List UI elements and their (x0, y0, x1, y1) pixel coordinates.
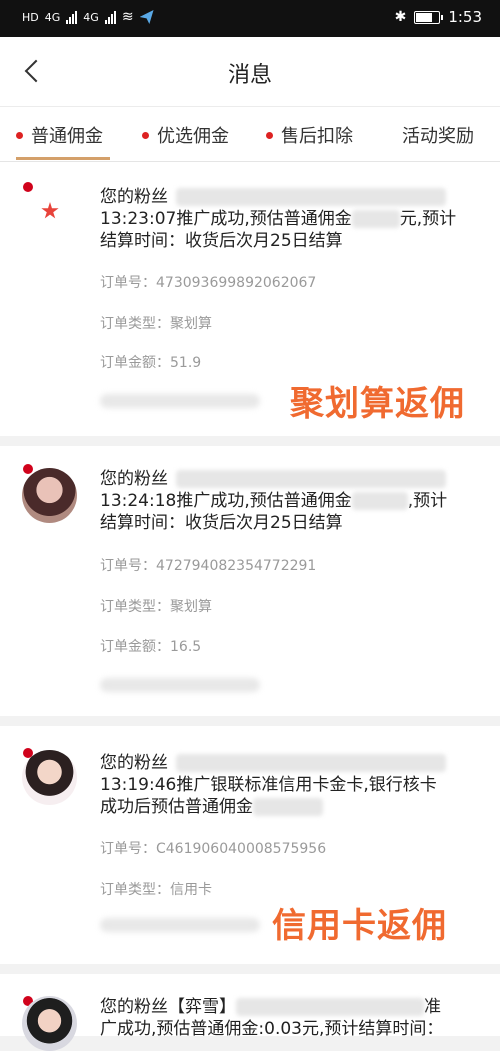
send-icon (139, 10, 154, 24)
order-type: 订单类型：信用卡 (100, 882, 212, 898)
commission-suffix: 元,预计 (399, 209, 457, 229)
tab-normal-commission[interactable]: 普通佣金 (16, 122, 103, 148)
bluetooth-icon: ✱ (394, 9, 407, 25)
hd-label: HD (22, 10, 39, 24)
message-card[interactable]: 您的粉丝【弈雪】 准 广成功,预估普通佣金:0.03元,预计结算时间： (0, 974, 500, 1051)
blurred-amount (253, 798, 323, 816)
status-right: ✱ 1:53 (395, 8, 482, 26)
fan-prefix: 您的粉丝 (100, 187, 168, 207)
message-text: 您的粉丝【弈雪】 准 广成功,预估普通佣金:0.03元,预计结算时间： (100, 996, 485, 1040)
order-type: 订单类型：聚划算 (100, 599, 212, 615)
message-text: 您的粉丝 13:19:46推广银联标准信用卡金卡,银行核卡 成功后预估普通佣金 (100, 752, 485, 818)
status-bar: HD 4G 4G ≋ ✱ 1:53 (0, 0, 500, 37)
order-amount: 订单金额：16.5 (100, 639, 202, 655)
blurred-fan-name (236, 998, 424, 1016)
fan-prefix: 您的粉丝【弈雪】 (100, 997, 236, 1017)
settlement-line: 结算时间：收货后次月25日结算 (100, 231, 343, 251)
settlement-line: 成功后预估普通佣金 (100, 797, 253, 817)
blurred-fan-name (176, 470, 446, 488)
signal-icon-2 (104, 10, 116, 24)
commission-line: 13:23:07推广成功,预估普通佣金 (100, 209, 352, 229)
wifi-icon: ≋ (121, 9, 134, 25)
network-4g-label-2: 4G (83, 10, 99, 24)
fan-prefix: 您的粉丝 (100, 469, 168, 489)
message-text: 您的粉丝 13:23:07推广成功,预估普通佣金 元,预计 结算时间：收货后次月2… (100, 186, 485, 252)
tab-activity-reward[interactable]: 活动奖励 (402, 122, 474, 148)
network-4g-label-1: 4G (44, 10, 61, 24)
unread-dot (23, 182, 33, 192)
order-number: 订单号：C461906040008575956 (100, 841, 327, 857)
header: 消息 (0, 37, 500, 106)
tab-bar: 普通佣金 优选佣金 售后扣除 活动奖励 (0, 106, 500, 162)
fan-prefix: 您的粉丝 (100, 753, 168, 773)
overlay-caption: 聚划算返佣 (290, 384, 465, 424)
star-icon (41, 202, 59, 219)
message-text: 您的粉丝 13:24:18推广成功,预估普通佣金 ,预计 结算时间：收货后次月25… (100, 468, 485, 534)
blurred-amount (351, 492, 408, 510)
order-number: 订单号：472794082354772291 (100, 558, 317, 574)
message-card[interactable]: 您的粉丝 13:19:46推广银联标准信用卡金卡,银行核卡 成功后预估普通佣金 … (0, 726, 500, 964)
blurred-amount (351, 210, 400, 228)
commission-line: 13:24:18推广成功,预估普通佣金 (100, 491, 352, 511)
order-amount: 订单金额：51.9 (100, 355, 202, 371)
commission-line: 13:19:46推广银联标准信用卡金卡,银行核卡 (100, 775, 437, 795)
tab-label: 活动奖励 (402, 126, 474, 147)
unread-dot (142, 131, 149, 139)
status-time: 1:53 (448, 8, 482, 26)
blurred-fan-name (176, 188, 446, 206)
avatar (22, 750, 77, 805)
blurred-fan-name (176, 754, 446, 772)
battery-icon (414, 10, 444, 24)
message-card[interactable]: 您的粉丝 13:23:07推广成功,预估普通佣金 元,预计 结算时间：收货后次月2… (0, 162, 500, 436)
order-number: 订单号：473093699892062067 (100, 275, 317, 291)
message-card[interactable]: 您的粉丝 13:24:18推广成功,预估普通佣金 ,预计 结算时间：收货后次月25… (0, 446, 500, 716)
overlay-caption: 信用卡返佣 (272, 906, 447, 946)
unread-dot (266, 131, 273, 139)
fan-suffix: 准 (424, 997, 441, 1017)
tab-label: 普通佣金 (31, 126, 103, 147)
avatar (22, 996, 77, 1051)
commission-line: 广成功,预估普通佣金:0.03元,预计结算时间： (100, 1019, 444, 1039)
unread-dot (16, 131, 23, 139)
tab-after-sale-deduction[interactable]: 售后扣除 (266, 122, 353, 148)
tab-label: 优选佣金 (157, 126, 229, 147)
blurred-timestamp (100, 678, 260, 692)
avatar (22, 468, 77, 523)
unread-dot (23, 464, 33, 474)
active-tab-indicator (16, 157, 110, 160)
settlement-line: 结算时间：收货后次月25日结算 (100, 513, 343, 533)
page-title: 消息 (227, 63, 272, 88)
blurred-timestamp (100, 394, 260, 408)
blurred-timestamp (100, 918, 260, 932)
status-left: HD 4G 4G ≋ (22, 9, 154, 25)
tab-label: 售后扣除 (281, 126, 353, 147)
order-type: 订单类型：聚划算 (100, 316, 212, 332)
signal-icon (66, 10, 78, 24)
tab-selected-commission[interactable]: 优选佣金 (142, 122, 229, 148)
commission-suffix: ,预计 (407, 491, 448, 511)
